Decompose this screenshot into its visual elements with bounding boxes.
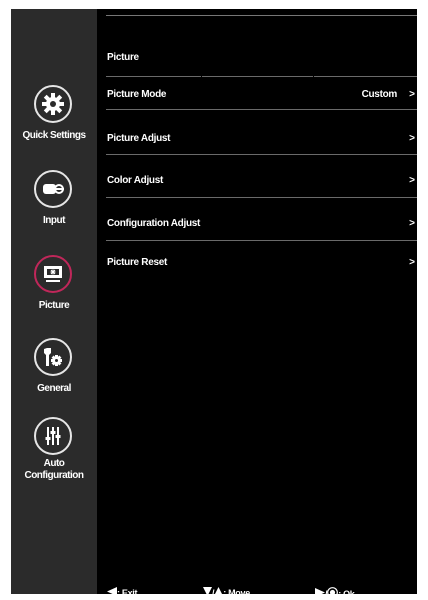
chevron-right-icon: > (409, 89, 415, 100)
divider (106, 76, 417, 77)
chevron-right-icon: > (409, 257, 415, 268)
osd-window: Quick Settings Input Picture General Aut… (11, 9, 417, 599)
sidebar-item-label: Input (43, 215, 65, 226)
divider (106, 15, 417, 16)
sidebar-item-auto-configuration[interactable]: Auto Configuration (11, 413, 97, 493)
menu-item-picture-mode[interactable]: Picture Mode Custom > (97, 89, 417, 119)
chevron-right-icon: > (409, 133, 415, 144)
footer-exit-hint: : Exit (107, 587, 138, 598)
sidebar-item-label: Auto (43, 458, 65, 469)
main-panel: Picture Picture Mode Custom > Picture Ad… (97, 9, 417, 599)
sidebar-item-label: Configuration (24, 470, 84, 481)
menu-item-picture-reset[interactable]: Picture Reset > (97, 257, 417, 287)
menu-item-label: Color Adjust (107, 175, 164, 186)
divider (106, 154, 417, 155)
left-arrow-icon (107, 587, 117, 598)
input-plug-icon (34, 170, 72, 208)
chevron-right-icon: > (409, 175, 415, 186)
sidebar-item-general[interactable]: General (11, 334, 97, 404)
chevron-right-icon: > (409, 218, 415, 229)
menu-item-label: Picture Adjust (107, 133, 171, 144)
sidebar-item-label: Picture (38, 300, 70, 311)
tools-icon (34, 338, 72, 376)
monitor-icon (34, 255, 72, 293)
menu-item-label: Picture Mode (107, 89, 167, 100)
divider (106, 240, 417, 241)
sliders-icon (34, 417, 72, 455)
menu-item-value: Custom (361, 89, 398, 100)
page-title: Picture (107, 52, 139, 63)
sidebar-item-quick-settings[interactable]: Quick Settings (11, 81, 97, 151)
sidebar-item-picture[interactable]: Picture (11, 251, 97, 321)
up-arrow-icon (214, 587, 224, 598)
gear-icon (34, 85, 72, 123)
menu-item-picture-adjust[interactable]: Picture Adjust > (97, 133, 417, 163)
sidebar-item-label: General (37, 383, 71, 394)
menu-item-label: Picture Reset (107, 257, 168, 268)
footer-move-label: : Move (223, 587, 250, 598)
footer-exit-label: : Exit (117, 587, 138, 598)
sidebar-item-label: Quick Settings (22, 130, 86, 141)
footer-move-hint: / : Move (203, 587, 250, 598)
menu-item-color-adjust[interactable]: Color Adjust > (97, 175, 417, 205)
menu-item-label: Configuration Adjust (107, 218, 201, 229)
sidebar-item-input[interactable]: Input (11, 166, 97, 236)
menu-item-configuration-adjust[interactable]: Configuration Adjust > (97, 218, 417, 248)
down-arrow-icon (203, 587, 212, 598)
sidebar: Quick Settings Input Picture General Aut… (11, 9, 97, 594)
divider (106, 109, 417, 110)
divider (106, 197, 417, 198)
